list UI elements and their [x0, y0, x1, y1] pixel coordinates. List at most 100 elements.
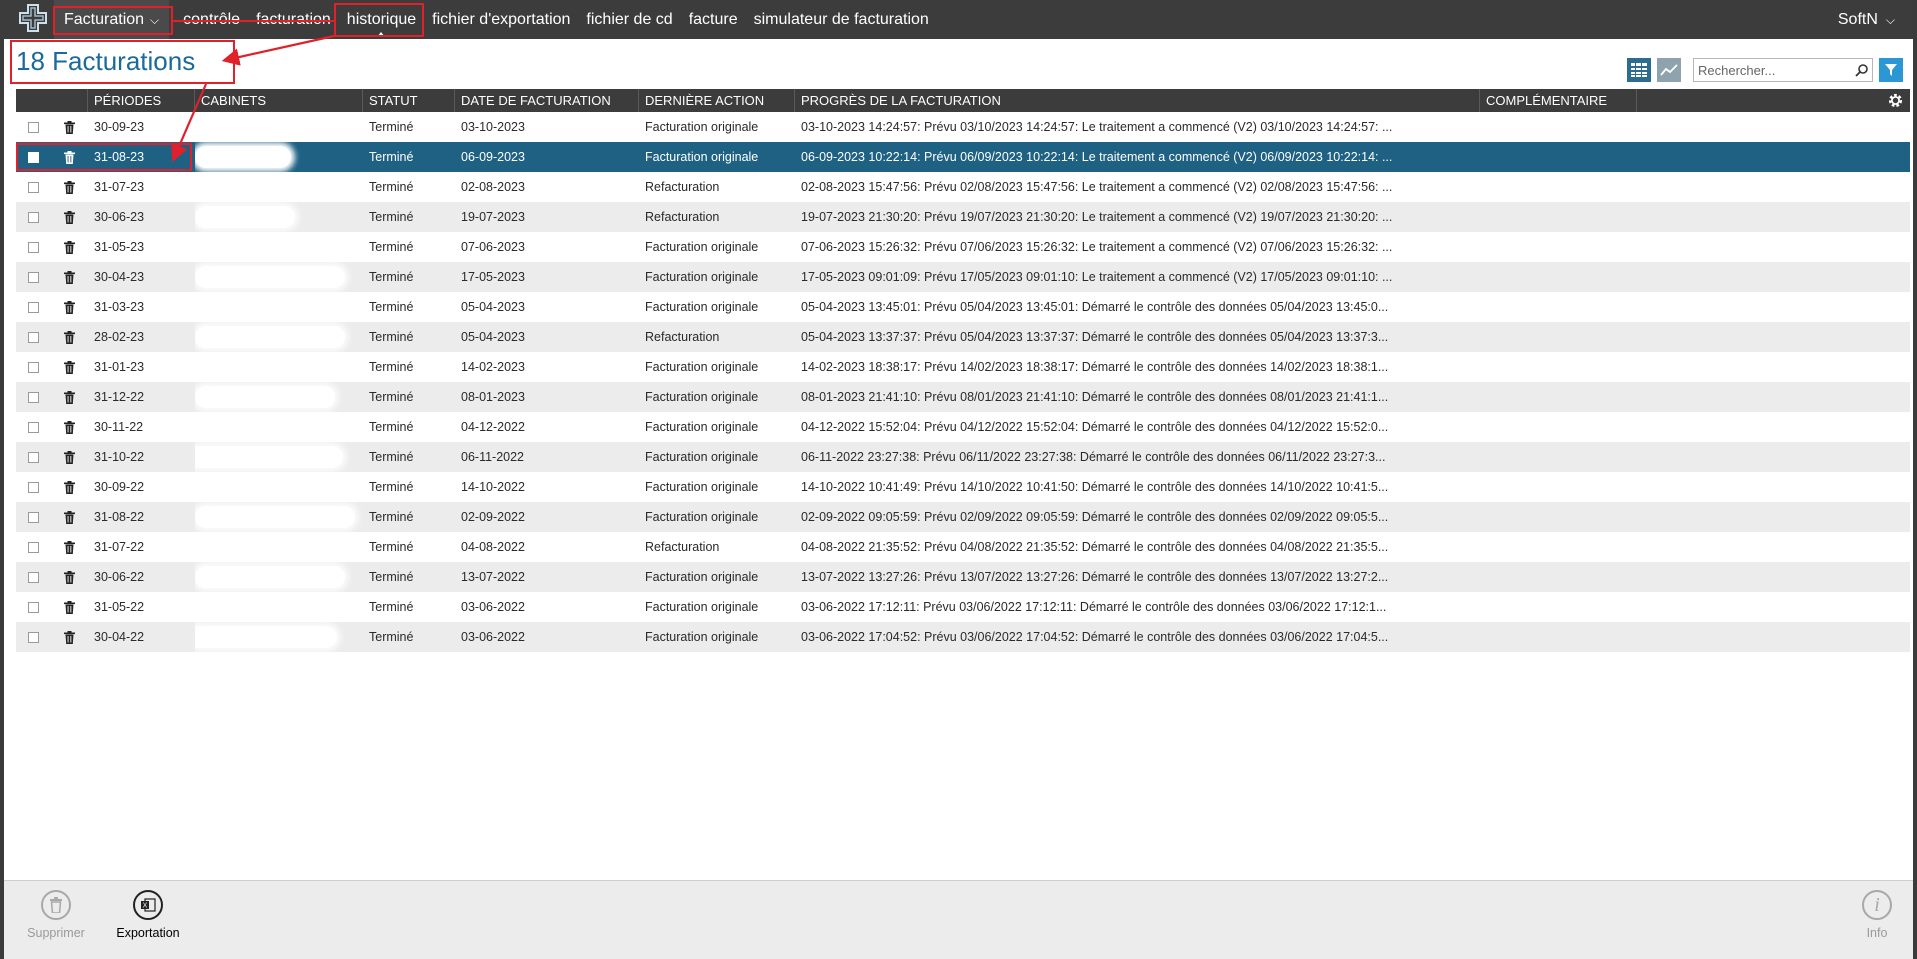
trash-icon[interactable] [63, 180, 75, 194]
annotation-box-historique [334, 3, 424, 37]
trash-icon[interactable] [63, 540, 75, 554]
cell-status: Terminé [369, 510, 414, 524]
header-complementaire[interactable]: COMPLÉMENTAIRE [1480, 89, 1637, 112]
row-checkbox[interactable] [27, 451, 39, 463]
header-date-facturation[interactable]: DATE DE FACTURATION [455, 89, 639, 112]
row-checkbox[interactable] [27, 571, 39, 583]
nav-item-fichier-cd[interactable]: fichier de cd [578, 0, 680, 39]
search-input[interactable] [1698, 62, 1855, 78]
row-delete-cell [50, 480, 88, 494]
header-progres[interactable]: PROGRÈS DE LA FACTURATION [795, 89, 1480, 112]
table-row[interactable]: 28-02-23 Terminé 05-04-2023 Refacturation 05… [16, 322, 1910, 352]
row-checkbox-cell [16, 331, 50, 343]
table-row[interactable]: 30-04-23 Terminé 17-05-2023 Facturation ori… [16, 262, 1910, 292]
header-periodes[interactable]: PÉRIODES [88, 89, 195, 112]
cell-last-action: Facturation originale [645, 360, 759, 374]
gear-icon[interactable] [1887, 92, 1904, 109]
header-derniere-action[interactable]: DERNIÈRE ACTION [639, 89, 795, 112]
trash-icon[interactable] [63, 330, 75, 344]
header-select [16, 89, 88, 112]
trash-icon[interactable] [63, 630, 75, 644]
app-logo-icon[interactable] [16, 3, 50, 35]
table-row[interactable]: 30-09-22 Terminé 14-10-2022 Facturation ori… [16, 472, 1910, 502]
row-checkbox[interactable] [27, 241, 39, 253]
trash-icon[interactable] [63, 570, 75, 584]
trash-icon[interactable] [63, 480, 75, 494]
row-checkbox[interactable] [27, 211, 39, 223]
table-row[interactable]: 30-04-22 Terminé 03-06-2022 Facturation ori… [16, 622, 1910, 652]
trash-icon[interactable] [63, 270, 75, 284]
info-button[interactable]: i Info [1857, 890, 1897, 940]
nav-item-controle[interactable]: contrôle [175, 0, 248, 39]
row-checkbox[interactable] [27, 511, 39, 523]
cell-progress: 02-08-2023 15:47:56: Prévu 02/08/2023 15… [801, 180, 1393, 194]
row-checkbox[interactable] [27, 271, 39, 283]
trash-icon[interactable] [63, 360, 75, 374]
trash-icon[interactable] [63, 510, 75, 524]
header-cabinets[interactable]: CABINETS [195, 89, 363, 112]
grid-view-button[interactable] [1627, 58, 1651, 82]
table-row[interactable]: 31-05-23 Terminé 07-06-2023 Facturation ori… [16, 232, 1910, 262]
cell-progress: 03-10-2023 14:24:57: Prévu 03/10/2023 14… [801, 120, 1393, 134]
row-checkbox[interactable] [27, 391, 39, 403]
row-checkbox[interactable] [27, 421, 39, 433]
table-row[interactable]: 30-11-22 Terminé 04-12-2022 Facturation ori… [16, 412, 1910, 442]
table-row[interactable]: 31-08-22 Terminé 02-09-2022 Facturation ori… [16, 502, 1910, 532]
trash-icon[interactable] [63, 300, 75, 314]
cell-cabinet [195, 262, 363, 292]
cell-billing-date: 04-08-2022 [461, 540, 525, 554]
table-row[interactable]: 30-09-23 Terminé 03-10-2023 Facturation ori… [16, 112, 1910, 142]
info-label: Info [1866, 926, 1888, 940]
cell-period: 31-05-23 [94, 240, 145, 254]
cell-last-action: Facturation originale [645, 300, 759, 314]
row-checkbox-cell [16, 541, 50, 553]
redacted-cabinet [195, 446, 343, 468]
nav-item-simulateur[interactable]: simulateur de facturation [746, 0, 937, 39]
cell-cabinet [195, 412, 363, 442]
nav-item-facture[interactable]: facture [681, 0, 746, 39]
header-statut[interactable]: STATUT [363, 89, 455, 112]
row-checkbox[interactable] [27, 631, 39, 643]
delete-button[interactable]: Supprimer [26, 890, 86, 940]
table-row[interactable]: 30-06-23 Terminé 19-07-2023 Refacturation 19… [16, 202, 1910, 232]
cell-period: 30-06-23 [94, 210, 145, 224]
row-checkbox[interactable] [27, 121, 39, 133]
table-row[interactable]: 31-07-23 Terminé 02-08-2023 Refacturation 02… [16, 172, 1910, 202]
trash-icon[interactable] [63, 390, 75, 404]
table-row[interactable]: 31-05-22 Terminé 03-06-2022 Facturation ori… [16, 592, 1910, 622]
search-icon[interactable] [1855, 63, 1868, 77]
filter-button[interactable] [1879, 58, 1903, 82]
row-checkbox[interactable] [27, 181, 39, 193]
table-row[interactable]: 31-01-23 Terminé 14-02-2023 Facturation ori… [16, 352, 1910, 382]
trash-icon[interactable] [63, 120, 75, 134]
row-checkbox[interactable] [27, 301, 39, 313]
nav-item-fichier-exportation[interactable]: fichier d'exportation [424, 0, 578, 39]
cell-last-action: Facturation originale [645, 240, 759, 254]
table-row[interactable]: 31-12-22 Terminé 08-01-2023 Facturation ori… [16, 382, 1910, 412]
table-row[interactable]: 31-10-22 Terminé 06-11-2022 Facturation ori… [16, 442, 1910, 472]
row-checkbox[interactable] [27, 331, 39, 343]
table-row[interactable]: 31-08-23 Terminé 06-09-2023 Facturation ori… [16, 142, 1910, 172]
trash-icon[interactable] [63, 600, 75, 614]
export-button[interactable]: X Exportation [108, 890, 188, 940]
row-checkbox[interactable] [27, 361, 39, 373]
nav-item-facturation[interactable]: facturation [248, 0, 339, 39]
redacted-cabinet [195, 386, 335, 408]
row-checkbox[interactable] [27, 481, 39, 493]
redacted-cabinet [195, 326, 345, 348]
table-row[interactable]: 31-07-22 Terminé 04-08-2022 Refacturation 04… [16, 532, 1910, 562]
redacted-cabinet [195, 266, 345, 288]
trash-icon[interactable] [63, 450, 75, 464]
cell-billing-date: 03-10-2023 [461, 120, 525, 134]
trash-icon[interactable] [63, 420, 75, 434]
row-checkbox-cell [16, 301, 50, 313]
table-row[interactable]: 31-03-23 Terminé 05-04-2023 Facturation ori… [16, 292, 1910, 322]
chart-view-button[interactable] [1657, 58, 1681, 82]
app-window: Facturation ⌵ contrôle facturation histor… [0, 0, 1913, 959]
user-menu[interactable]: SoftN ⌵ [1838, 0, 1895, 39]
row-checkbox[interactable] [27, 541, 39, 553]
trash-icon[interactable] [63, 210, 75, 224]
table-row[interactable]: 30-06-22 Terminé 13-07-2022 Facturation ori… [16, 562, 1910, 592]
trash-icon[interactable] [63, 240, 75, 254]
row-checkbox[interactable] [27, 601, 39, 613]
